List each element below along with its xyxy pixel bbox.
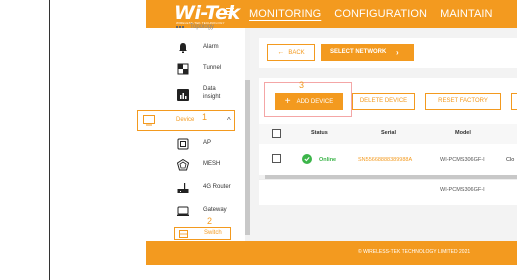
sidebar-item-label: Alarm: [203, 44, 219, 50]
bell-icon: [179, 43, 187, 53]
monitor-icon: [143, 115, 155, 126]
delete-device-button[interactable]: DELETE DEVICE: [352, 93, 415, 110]
annotation-number-2: 2: [207, 216, 213, 226]
sidebar-item-label: Switch: [204, 230, 222, 236]
nav-monitoring[interactable]: MONITORING: [249, 8, 321, 20]
top-nav: MONITORING CONFIGURATION MAINTAIN: [249, 8, 493, 20]
sidebar: Topology Alarm Tunnel Data insight AP ME…: [146, 24, 246, 241]
gateway-icon: [177, 206, 189, 216]
grid-icon: [176, 25, 184, 28]
column-header-status: Status: [311, 130, 328, 136]
switch-icon: [179, 230, 188, 238]
sidebar-item-data-insight[interactable]: Data insight: [146, 82, 241, 110]
annotation-number-1: 1: [202, 112, 208, 122]
annotation-number-3: 3: [299, 80, 305, 90]
check-circle-icon: [302, 154, 312, 164]
sidebar-item-gateway[interactable]: Gateway: [146, 201, 241, 221]
back-button[interactable]: ← BACK: [267, 44, 315, 61]
serial-link[interactable]: SN55668888389988A: [358, 157, 412, 163]
sidebar-item-alarm[interactable]: Alarm: [146, 38, 241, 58]
sidebar-item-label: Data insight: [203, 86, 221, 100]
model-cell: WI-PCMS306GF-I: [440, 187, 485, 193]
app-root: Wi-Tek WIRELESS-TEK TECHNOLOGY MONITORIN…: [0, 0, 517, 280]
add-device-button[interactable]: + ADD DEVICE: [275, 93, 343, 110]
left-divider: [49, 0, 50, 280]
status-online: Online: [319, 157, 337, 163]
router-icon: [177, 183, 189, 193]
more-toolbar-button[interactable]: [511, 93, 517, 110]
hamburger-menu-icon[interactable]: [226, 8, 234, 16]
column-header-serial: Serial: [381, 130, 396, 136]
select-all-checkbox[interactable]: [272, 129, 281, 138]
mesh-icon: [177, 159, 189, 171]
chart-icon: [177, 89, 189, 101]
sidebar-item-4g-router[interactable]: 4G Router: [146, 178, 241, 198]
nav-configuration[interactable]: CONFIGURATION: [334, 8, 427, 20]
extra-cell: Clo: [506, 157, 515, 163]
sidebar-item-switch[interactable]: Switch: [174, 227, 231, 240]
arrow-left-icon: ←: [277, 49, 285, 56]
row-checkbox[interactable]: [272, 154, 281, 163]
chevron-up-icon[interactable]: ^: [227, 116, 231, 125]
sidebar-item-label: AP: [203, 140, 212, 146]
tunnel-icon: [177, 63, 189, 75]
chevron-right-icon: ›: [396, 48, 399, 57]
sidebar-item-device[interactable]: Device 1 ^: [137, 110, 235, 131]
plus-icon: +: [284, 96, 291, 107]
column-header-model: Model: [455, 130, 471, 136]
sidebar-item-label: Gateway: [203, 207, 227, 213]
sidebar-item-label: Device: [176, 117, 195, 123]
back-button-label: BACK: [288, 50, 305, 56]
sidebar-item-ap[interactable]: AP: [146, 134, 241, 154]
ap-icon: [177, 138, 189, 150]
select-network-button[interactable]: SELECT NETWORK ›: [321, 44, 414, 61]
sidebar-item-label: Topology: [190, 24, 215, 30]
nav-maintain[interactable]: MAINTAIN: [440, 8, 493, 20]
sidebar-item-mesh[interactable]: MESH: [146, 155, 241, 175]
sidebar-item-label: Tunnel: [203, 65, 222, 71]
model-cell: WI-PCMS306GF-I: [440, 157, 485, 163]
footer-copyright: © WIRELESS-TEK TECHNOLOGY LIMITED 2021: [358, 249, 471, 255]
sidebar-item-label: MESH: [203, 161, 221, 167]
reset-factory-button[interactable]: RESET FACTORY: [425, 93, 501, 110]
sidebar-item-topology[interactable]: Topology: [176, 24, 214, 30]
sidebar-item-label: 4G Router: [203, 184, 231, 190]
add-device-label: ADD DEVICE: [296, 99, 334, 105]
sidebar-item-tunnel[interactable]: Tunnel: [146, 59, 241, 79]
select-network-label: SELECT NETWORK: [330, 49, 387, 55]
footer: © WIRELESS-TEK TECHNOLOGY LIMITED 2021: [146, 241, 517, 265]
